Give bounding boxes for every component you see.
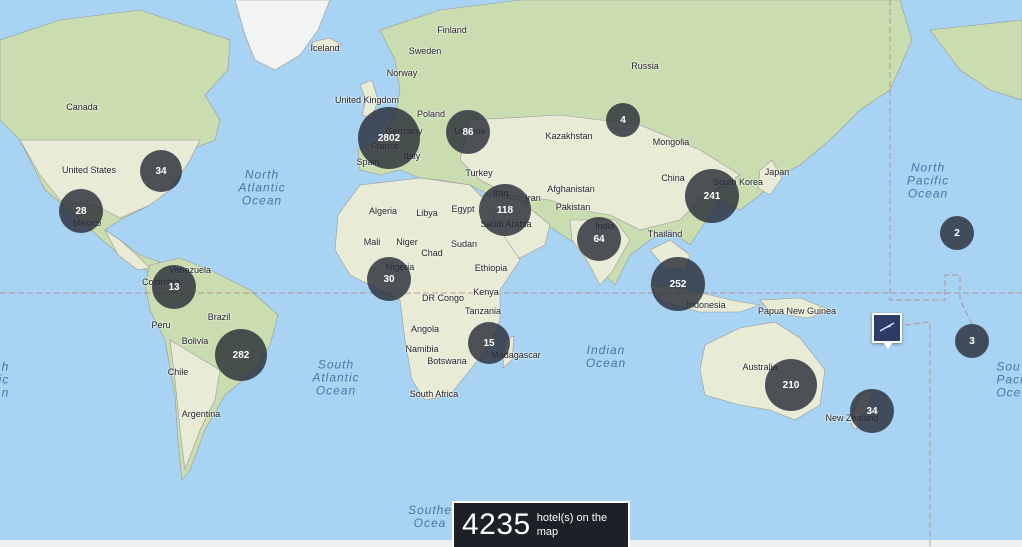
cluster-marker-middle-east[interactable]: 118 [479,184,531,236]
hotel-count-number: 4235 [462,508,531,541]
cluster-marker-madagascar[interactable]: 15 [468,322,510,364]
country-label: Russia [631,61,659,71]
cluster-marker-mexico[interactable]: 28 [59,189,103,233]
country-label: Ethiopia [474,263,508,273]
ocean-label-north-pacific: North Pacific Ocean [906,160,950,201]
cluster-marker-nigeria[interactable]: 30 [367,257,411,301]
country-label: Kenya [473,287,499,297]
country-label: Libya [416,208,438,218]
hotel-count-panel: 4235 hotel(s) on the map [452,501,630,547]
country-label: United States [61,165,117,175]
country-label: Thailand [647,229,683,239]
hotel-count-label: hotel(s) on the map [536,512,608,538]
country-label: DR Congo [421,293,465,303]
cluster-marker-india[interactable]: 64 [577,217,621,261]
country-label: Kazakhstan [545,131,593,141]
cluster-marker-australia[interactable]: 210 [765,359,817,411]
country-label: Iceland [310,43,340,53]
country-label: Argentina [181,409,221,419]
country-label: Tanzania [464,306,502,316]
ocean-label-north-atlantic: North Atlantic Ocean [238,167,286,208]
ocean-label-south-atlantic: South Atlantic Ocean [312,357,360,398]
hotel-marker-icon[interactable] [872,313,902,349]
country-label: Niger [396,237,418,247]
airplane-icon [879,322,895,332]
country-label: South Africa [409,389,459,399]
country-label: Sudan [450,239,478,249]
country-label: Algeria [368,206,398,216]
world-map[interactable] [0,0,1022,547]
ocean-label-southern: Southe Ocea [407,503,453,530]
country-label: Papua New Guinea [757,306,837,316]
country-label: Pakistan [555,202,591,212]
country-label: Turkey [465,168,493,178]
country-label: Bolivia [181,336,209,346]
country-label: Namibia [405,344,439,354]
country-label: Canada [66,102,98,112]
cluster-marker-new-zealand[interactable]: 34 [850,389,894,433]
country-label: Chile [167,367,189,377]
cluster-marker-china[interactable]: 241 [685,169,739,223]
country-label: China [661,173,685,183]
country-label: Brazil [207,312,231,322]
country-label: Peru [151,320,171,330]
cluster-marker-colombia[interactable]: 13 [152,265,196,309]
country-label: Mongolia [652,137,690,147]
country-label: Afghanistan [547,184,595,194]
cluster-marker-north-america-east[interactable]: 34 [140,150,182,192]
country-label: Japan [764,167,790,177]
country-label: Poland [416,109,446,119]
ocean-label-south-pacific-left: h ic n [0,359,10,400]
country-label: Mali [363,237,381,247]
country-label: Finland [437,25,467,35]
cluster-marker-europe[interactable]: 2802 [358,107,420,169]
cluster-marker-southeast-asia[interactable]: 252 [651,257,705,311]
country-label: United Kingdom [334,95,400,105]
country-label: Angola [410,324,440,334]
cluster-marker-russia[interactable]: 4 [606,103,640,137]
cluster-marker-pacific-north[interactable]: 2 [940,216,974,250]
cluster-marker-ukraine[interactable]: 86 [446,110,490,154]
country-label: Norway [386,68,418,78]
ocean-label-indian: Indian Ocean [585,343,627,370]
cluster-marker-pacific-south[interactable]: 3 [955,324,989,358]
ocean-label-south-pacific-right: Sou Paci Oce [996,359,1022,400]
country-label: Egypt [451,204,475,214]
country-label: Chad [421,248,443,258]
country-label: Botswana [427,356,467,366]
cluster-marker-brazil[interactable]: 282 [215,329,267,381]
country-label: Sweden [408,46,442,56]
